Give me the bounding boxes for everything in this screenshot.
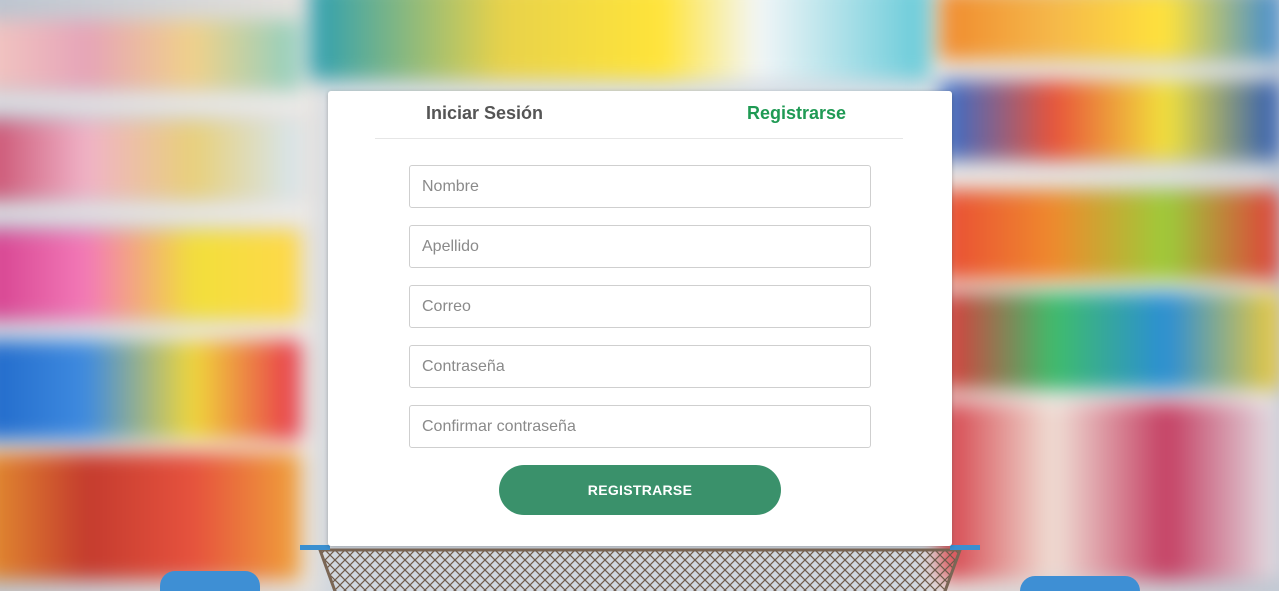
right-shelf-edge-3 (935, 282, 1275, 292)
left-shelf-products-2 (0, 120, 300, 200)
password-field[interactable] (409, 345, 871, 388)
left-shelf-products-3 (0, 230, 300, 320)
register-button[interactable]: REGISTRARSE (499, 465, 781, 515)
left-shelf-products-4 (0, 340, 300, 440)
cart-handle-right (1020, 576, 1140, 591)
left-shelf-edge-1 (0, 98, 310, 108)
register-card: Iniciar Sesión Registrarse REGISTRARSE (328, 91, 952, 546)
right-shelf-products-5 (940, 400, 1279, 580)
correo-field[interactable] (409, 285, 871, 328)
right-shelf-products-1 (940, 0, 1279, 60)
left-shelf-products-5 (0, 450, 300, 580)
left-shelf-products-1 (0, 20, 300, 90)
right-shelf-products-4 (940, 290, 1279, 390)
tab-register[interactable]: Registrarse (747, 103, 846, 124)
right-shelf-products-3 (940, 190, 1279, 280)
right-shelf-products-2 (940, 80, 1279, 160)
shopping-cart-icon (300, 545, 980, 591)
right-shelf-edge-2 (935, 172, 1275, 182)
right-shelf-edge-4 (935, 392, 1275, 402)
back-aisle-products (310, 0, 950, 80)
nombre-field[interactable] (409, 165, 871, 208)
auth-tabs: Iniciar Sesión Registrarse (375, 91, 903, 139)
right-shelf-edge-1 (935, 68, 1275, 78)
left-shelf-edge-3 (0, 328, 310, 338)
apellido-field[interactable] (409, 225, 871, 268)
left-shelf-edge-2 (0, 208, 310, 218)
tab-login[interactable]: Iniciar Sesión (426, 103, 543, 124)
left-shelf-edge-4 (0, 442, 310, 452)
confirm-password-field[interactable] (409, 405, 871, 448)
cart-handle-left (160, 571, 260, 591)
